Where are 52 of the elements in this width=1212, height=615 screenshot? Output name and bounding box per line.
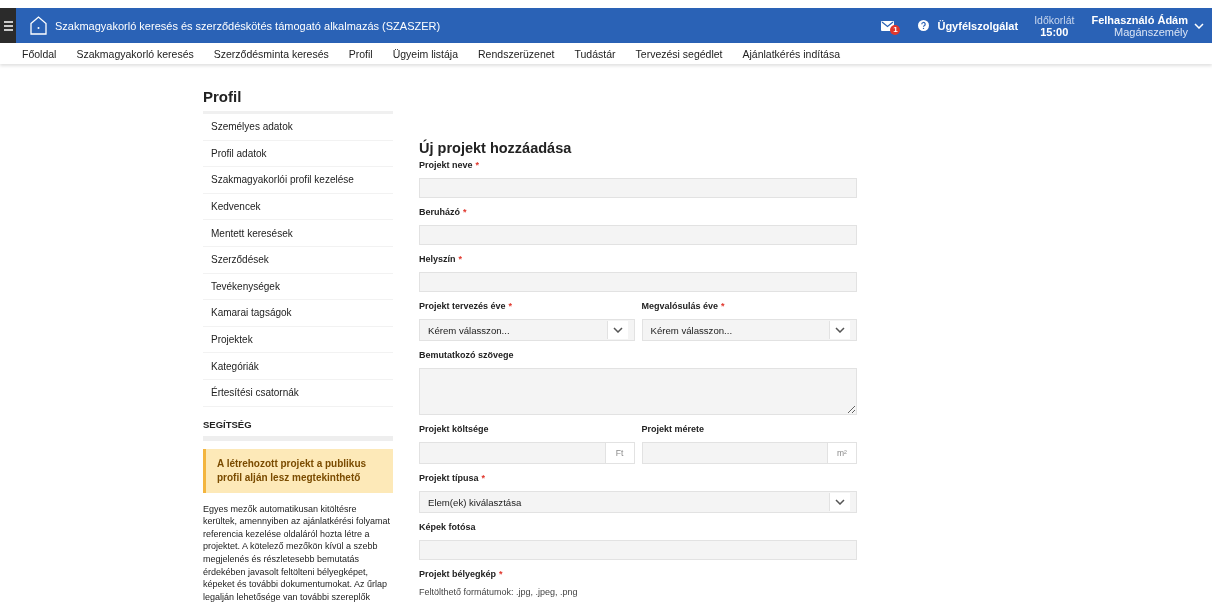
field-label: Projekt bélyegkép * [419, 569, 504, 580]
chevron-icon [606, 321, 628, 339]
field-label: Helyszín * [419, 254, 464, 265]
nav-link[interactable]: Rendszerüzenet [478, 47, 555, 60]
input-field[interactable] [419, 272, 857, 292]
unit-label: Ft [604, 443, 634, 463]
timer-label: Időkorlát [1034, 13, 1075, 26]
messages-button[interactable] [881, 20, 895, 31]
field-label: Projekt típusa * [419, 473, 487, 484]
help-text: Egyes mezők automatikusan kitöltésre kerültek, amennyiben az ajánlatkérési folyamat referencia kezelése oldaláról hozta létre a projektet. A kötelező mezőkön kívül a szebb megjelenés és részletesebb bemutatás érdekében javasolt feltölteni bélyegképet, képeket és további dokumentumokat. Az űrlap legalján lehetősége van további szereplők [203, 502, 392, 604]
input-field[interactable]: Ft [419, 442, 635, 464]
caret-icon [1194, 22, 1204, 29]
house-icon[interactable] [30, 16, 47, 35]
nav-link[interactable]: Főoldal [22, 47, 57, 60]
help-icon [918, 20, 930, 31]
input-field[interactable] [419, 540, 857, 560]
field-label: Képek fotósa [419, 522, 477, 533]
support-link[interactable]: Ügyfélszolgálat [918, 19, 1019, 32]
info-notice: A létrehozott projekt a publikus profil alján lesz megtekinthető [203, 448, 393, 493]
format-hint: Feltölthető formátumok: .jpg, .jpeg, .png [419, 587, 579, 597]
input-field[interactable]: m² [641, 442, 857, 464]
chevron-icon [829, 321, 850, 339]
field-label: Bemutatkozó szövege [419, 350, 515, 361]
form-title: Új projekt hozzáadása [419, 140, 573, 156]
user-menu[interactable]: Felhasználó Ádám Magánszemély [1091, 13, 1204, 38]
app-title: Szakmagyakorló keresés és szerződéskötés támogató alkalmazás (SZASZER) [55, 19, 442, 32]
unit-label: m² [827, 443, 856, 463]
input-field[interactable] [419, 225, 857, 245]
sidebar-title: Profil [203, 87, 243, 105]
field-label: Projekt mérete [641, 424, 706, 435]
dropdown[interactable]: Kérem válasszon... [641, 319, 857, 341]
dropdown[interactable]: Kérem válasszon... [419, 319, 635, 341]
help-title: SEGÍTSÉG [203, 418, 393, 441]
field-label: Projekt költsége [419, 424, 490, 435]
input-field[interactable] [419, 178, 857, 198]
chevron-icon [829, 493, 850, 511]
field-label: Beruházó * [419, 207, 468, 218]
field-label: Projekt neve * [419, 160, 481, 171]
message-count-badge: 1 [890, 24, 901, 35]
nav-link[interactable]: Szakmagyakorló keresés [76, 47, 194, 60]
text-area[interactable] [419, 368, 857, 415]
nav-link[interactable]: Tervezési segédlet [635, 47, 723, 60]
nav-link[interactable]: Profil [348, 47, 373, 60]
nav-link[interactable]: Ajánlatkérés indítása [742, 47, 840, 60]
nav-link[interactable]: Ügyeim listája [392, 47, 459, 60]
menu-icon[interactable] [0, 8, 16, 43]
field-label: Megvalósulás éve * [641, 301, 726, 312]
nav-link[interactable]: Szerződésminta keresés [213, 47, 329, 60]
field-label: Projekt tervezés éve * [419, 301, 514, 312]
nav-link[interactable]: Tudástár [574, 47, 616, 60]
timer-value: 15:00 [1040, 25, 1069, 38]
dropdown[interactable]: Elem(ek) kiválasztása [419, 491, 857, 513]
